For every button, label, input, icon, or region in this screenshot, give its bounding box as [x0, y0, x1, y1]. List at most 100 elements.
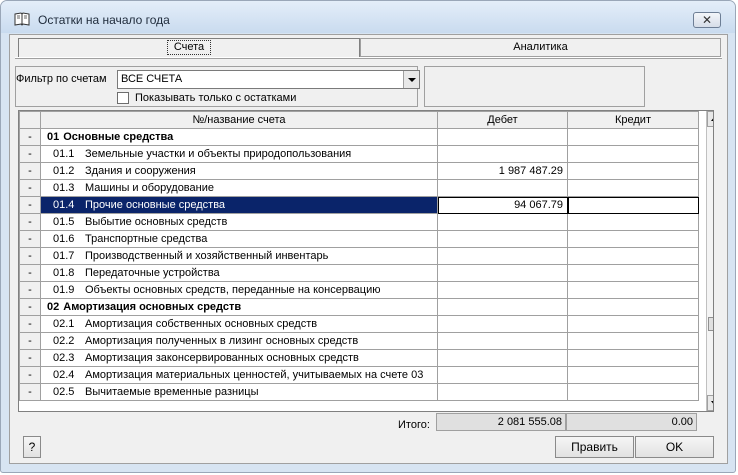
scroll-up-icon[interactable]	[707, 111, 713, 127]
row-mark[interactable]: -	[19, 247, 41, 265]
row-mark[interactable]: -	[19, 196, 41, 214]
row-debit[interactable]	[437, 179, 568, 197]
only-with-balances-checkbox[interactable]	[117, 92, 129, 104]
row-credit[interactable]	[567, 281, 699, 299]
row-account-name[interactable]: 02.4 Амортизация материальных ценностей, …	[40, 366, 438, 384]
row-credit[interactable]	[567, 145, 699, 163]
row-account-name[interactable]: 01 Основные средства	[40, 128, 438, 146]
table-row[interactable]: -02.1 Амортизация собственных основных ср…	[19, 315, 699, 333]
scrollbar-thumb[interactable]	[708, 317, 713, 331]
row-credit[interactable]	[567, 213, 699, 231]
tab-accounts[interactable]: Счета	[18, 38, 360, 57]
table-row[interactable]: -01.5 Выбытие основных средств	[19, 213, 699, 231]
scroll-down-icon[interactable]	[707, 395, 713, 411]
account-filter-select[interactable]: ВСЕ СЧЕТА	[117, 70, 420, 89]
row-mark[interactable]: -	[19, 179, 41, 197]
table-row[interactable]: -01.8 Передаточные устройства	[19, 264, 699, 282]
table-row[interactable]: -01.1 Земельные участки и объекты природо…	[19, 145, 699, 163]
row-account-name[interactable]: 02.2 Амортизация полученных в лизинг осно…	[40, 332, 438, 350]
row-credit[interactable]	[567, 196, 699, 214]
table-row[interactable]: -02 Амортизация основных средств	[19, 298, 699, 316]
row-credit[interactable]	[567, 383, 699, 401]
row-debit[interactable]	[437, 128, 568, 146]
row-debit[interactable]	[437, 366, 568, 384]
row-debit[interactable]	[437, 230, 568, 248]
row-debit[interactable]	[437, 145, 568, 163]
column-header-name[interactable]: №/название счета	[40, 111, 438, 129]
row-mark[interactable]: -	[19, 349, 41, 367]
close-button[interactable]: ✕	[693, 12, 721, 28]
table-row[interactable]: -02.5 Вычитаемые временные разницы	[19, 383, 699, 401]
row-mark[interactable]: -	[19, 128, 41, 146]
row-account-name[interactable]: 02.3 Амортизация законсервированных основ…	[40, 349, 438, 367]
table-row[interactable]: -01.2 Здания и сооружения 1 987 487.29	[19, 162, 699, 180]
help-button[interactable]: ?	[23, 436, 41, 458]
row-credit[interactable]	[567, 366, 699, 384]
row-account-name[interactable]: 01.2 Здания и сооружения	[40, 162, 438, 180]
table-row[interactable]: -02.3 Амортизация законсервированных осно…	[19, 349, 699, 367]
tab-analytics[interactable]: Аналитика	[360, 38, 721, 57]
row-account-name[interactable]: 02 Амортизация основных средств	[40, 298, 438, 316]
row-account-name[interactable]: 01.8 Передаточные устройства	[40, 264, 438, 282]
row-account-name[interactable]: 01.5 Выбытие основных средств	[40, 213, 438, 231]
chevron-down-icon[interactable]	[403, 71, 419, 88]
row-debit[interactable]	[437, 264, 568, 282]
row-credit[interactable]	[567, 332, 699, 350]
table-row[interactable]: -01.3 Машины и оборудование	[19, 179, 699, 197]
row-mark[interactable]: -	[19, 298, 41, 316]
row-mark[interactable]: -	[19, 162, 41, 180]
column-header-debit[interactable]: Дебет	[437, 111, 568, 129]
row-credit[interactable]	[567, 230, 699, 248]
row-credit[interactable]	[567, 315, 699, 333]
row-debit[interactable]: 1 987 487.29	[437, 162, 568, 180]
row-account-name[interactable]: 01.1 Земельные участки и объекты природоп…	[40, 145, 438, 163]
row-credit[interactable]	[567, 298, 699, 316]
column-header-credit[interactable]: Кредит	[567, 111, 699, 129]
row-credit[interactable]	[567, 264, 699, 282]
row-credit[interactable]	[567, 349, 699, 367]
row-account-name[interactable]: 01.3 Машины и оборудование	[40, 179, 438, 197]
row-mark[interactable]: -	[19, 315, 41, 333]
edit-button[interactable]: Править	[555, 436, 634, 458]
table-row[interactable]: -01.7 Производственный и хозяйственный ин…	[19, 247, 699, 265]
row-mark[interactable]: -	[19, 213, 41, 231]
row-debit[interactable]	[437, 315, 568, 333]
row-debit[interactable]	[437, 213, 568, 231]
row-mark[interactable]: -	[19, 230, 41, 248]
row-account-name[interactable]: 01.6 Транспортные средства	[40, 230, 438, 248]
account-filter-value: ВСЕ СЧЕТА	[121, 73, 183, 85]
row-mark[interactable]: -	[19, 366, 41, 384]
only-with-balances-label[interactable]: Показывать только с остатками	[135, 92, 296, 104]
table-row[interactable]: -01.6 Транспортные средства	[19, 230, 699, 248]
row-credit[interactable]	[567, 128, 699, 146]
table-row[interactable]: -01.4 Прочие основные средства 94 067.79	[19, 196, 699, 214]
row-mark[interactable]: -	[19, 145, 41, 163]
row-account-name[interactable]: 02.5 Вычитаемые временные разницы	[40, 383, 438, 401]
row-debit[interactable]	[437, 383, 568, 401]
row-mark[interactable]: -	[19, 264, 41, 282]
accounts-grid[interactable]: №/название счета Дебет Кредит -01 Основны…	[18, 110, 714, 412]
row-debit[interactable]	[437, 281, 568, 299]
row-debit[interactable]	[437, 298, 568, 316]
row-credit[interactable]	[567, 179, 699, 197]
row-debit[interactable]: 94 067.79	[437, 196, 568, 214]
row-account-name[interactable]: 01.4 Прочие основные средства	[40, 196, 438, 214]
ok-button[interactable]: OK	[635, 436, 714, 458]
row-debit[interactable]	[437, 247, 568, 265]
dialog-body: Счета Аналитика Фильтр по счетам ВСЕ СЧЕ…	[9, 34, 728, 464]
row-account-name[interactable]: 02.1 Амортизация собственных основных сре…	[40, 315, 438, 333]
row-account-name[interactable]: 01.7 Производственный и хозяйственный инв…	[40, 247, 438, 265]
row-mark[interactable]: -	[19, 332, 41, 350]
table-row[interactable]: -02.2 Амортизация полученных в лизинг осн…	[19, 332, 699, 350]
row-debit[interactable]	[437, 349, 568, 367]
row-mark[interactable]: -	[19, 281, 41, 299]
row-debit[interactable]	[437, 332, 568, 350]
row-mark[interactable]: -	[19, 383, 41, 401]
table-row[interactable]: -01.9 Объекты основных средств, переданны…	[19, 281, 699, 299]
row-credit[interactable]	[567, 247, 699, 265]
table-row[interactable]: -02.4 Амортизация материальных ценностей,…	[19, 366, 699, 384]
vertical-scrollbar[interactable]	[706, 111, 713, 411]
row-account-name[interactable]: 01.9 Объекты основных средств, переданные…	[40, 281, 438, 299]
table-row[interactable]: -01 Основные средства	[19, 128, 699, 146]
row-credit[interactable]	[567, 162, 699, 180]
